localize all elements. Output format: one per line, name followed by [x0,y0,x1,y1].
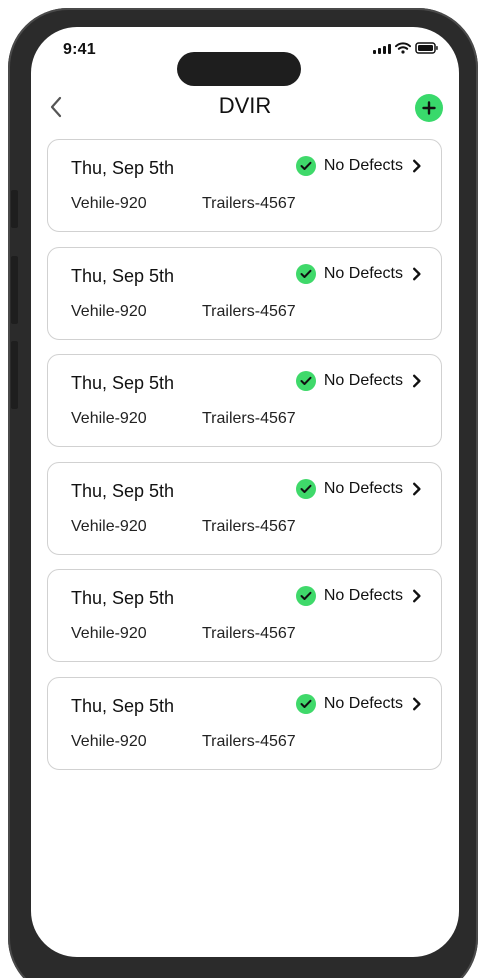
record-status: No Defects [295,478,423,499]
volume-down-button [11,341,18,409]
record-status: No Defects [295,371,423,391]
page-title: DVIR [218,93,272,118]
trailer-label: Trailers-4567 [202,195,296,212]
volume-up-button [11,256,18,324]
record-date: Thu, Sep 5th [71,695,175,716]
wifi-icon [395,42,411,54]
mute-switch [11,190,18,228]
record-date: Thu, Sep 5th [71,373,175,393]
record-date: Thu, Sep 5th [71,158,175,178]
dvir-record-card[interactable]: Thu, Sep 5th No Defects Vehile-920 Trail… [47,354,442,447]
status-text: No Defects [323,479,403,497]
check-circle-icon [295,693,316,714]
record-date: Thu, Sep 5th [71,588,175,608]
dynamic-island [177,52,301,86]
chevron-right-icon[interactable] [411,158,423,174]
add-button[interactable] [415,94,443,122]
vehicle-label: Vehile-920 [71,732,147,750]
vehicle-label: Vehile-920 [71,625,147,642]
chevron-right-icon[interactable] [411,588,423,604]
trailer-label: Trailers-4567 [202,410,296,427]
dvir-record-card[interactable]: Thu, Sep 5th No Defects Vehile-920 Trail… [47,569,442,662]
status-icons [373,42,439,54]
record-status: No Defects [295,586,423,606]
record-date: Thu, Sep 5th [71,480,175,501]
check-circle-icon [295,156,316,176]
chevron-right-icon[interactable] [411,481,423,497]
phone-screen: 9:41 DVIR Thu, Sep 5th No Defects Vehile… [31,27,459,957]
dvir-record-list: Thu, Sep 5th No Defects Vehile-920 Trail… [47,139,442,784]
vehicle-label: Vehile-920 [71,410,147,427]
battery-icon [415,42,439,54]
status-text: No Defects [323,157,403,174]
status-text: No Defects [323,372,403,389]
status-text: No Defects [323,587,403,604]
trailer-label: Trailers-4567 [202,302,296,320]
status-text: No Defects [323,694,403,712]
chevron-right-icon[interactable] [411,373,423,389]
check-circle-icon [295,263,316,284]
record-status: No Defects [295,263,423,284]
dvir-record-card[interactable]: Thu, Sep 5th No Defects Vehile-920 Trail… [47,676,442,770]
chevron-right-icon[interactable] [411,696,423,712]
check-circle-icon [295,371,316,391]
signal-icon [373,42,391,54]
record-status: No Defects [295,156,423,176]
status-text: No Defects [323,264,403,282]
vehicle-label: Vehile-920 [71,302,147,320]
record-status: No Defects [295,693,423,714]
record-date: Thu, Sep 5th [71,265,175,286]
trailer-label: Trailers-4567 [202,517,296,535]
app-screenshot: 9:41 DVIR Thu, Sep 5th No Defects Vehile… [0,0,478,978]
chevron-right-icon[interactable] [411,266,423,282]
check-circle-icon [295,586,316,606]
vehicle-label: Vehile-920 [71,517,147,535]
dvir-record-card[interactable]: Thu, Sep 5th No Defects Vehile-920 Trail… [47,246,442,340]
dvir-record-card[interactable]: Thu, Sep 5th No Defects Vehile-920 Trail… [47,139,442,232]
dvir-record-card[interactable]: Thu, Sep 5th No Defects Vehile-920 Trail… [47,461,442,555]
status-time: 9:41 [63,41,96,58]
trailer-label: Trailers-4567 [202,732,296,750]
check-circle-icon [295,478,316,499]
vehicle-label: Vehile-920 [71,195,147,212]
plus-icon [422,101,436,115]
trailer-label: Trailers-4567 [202,625,296,642]
